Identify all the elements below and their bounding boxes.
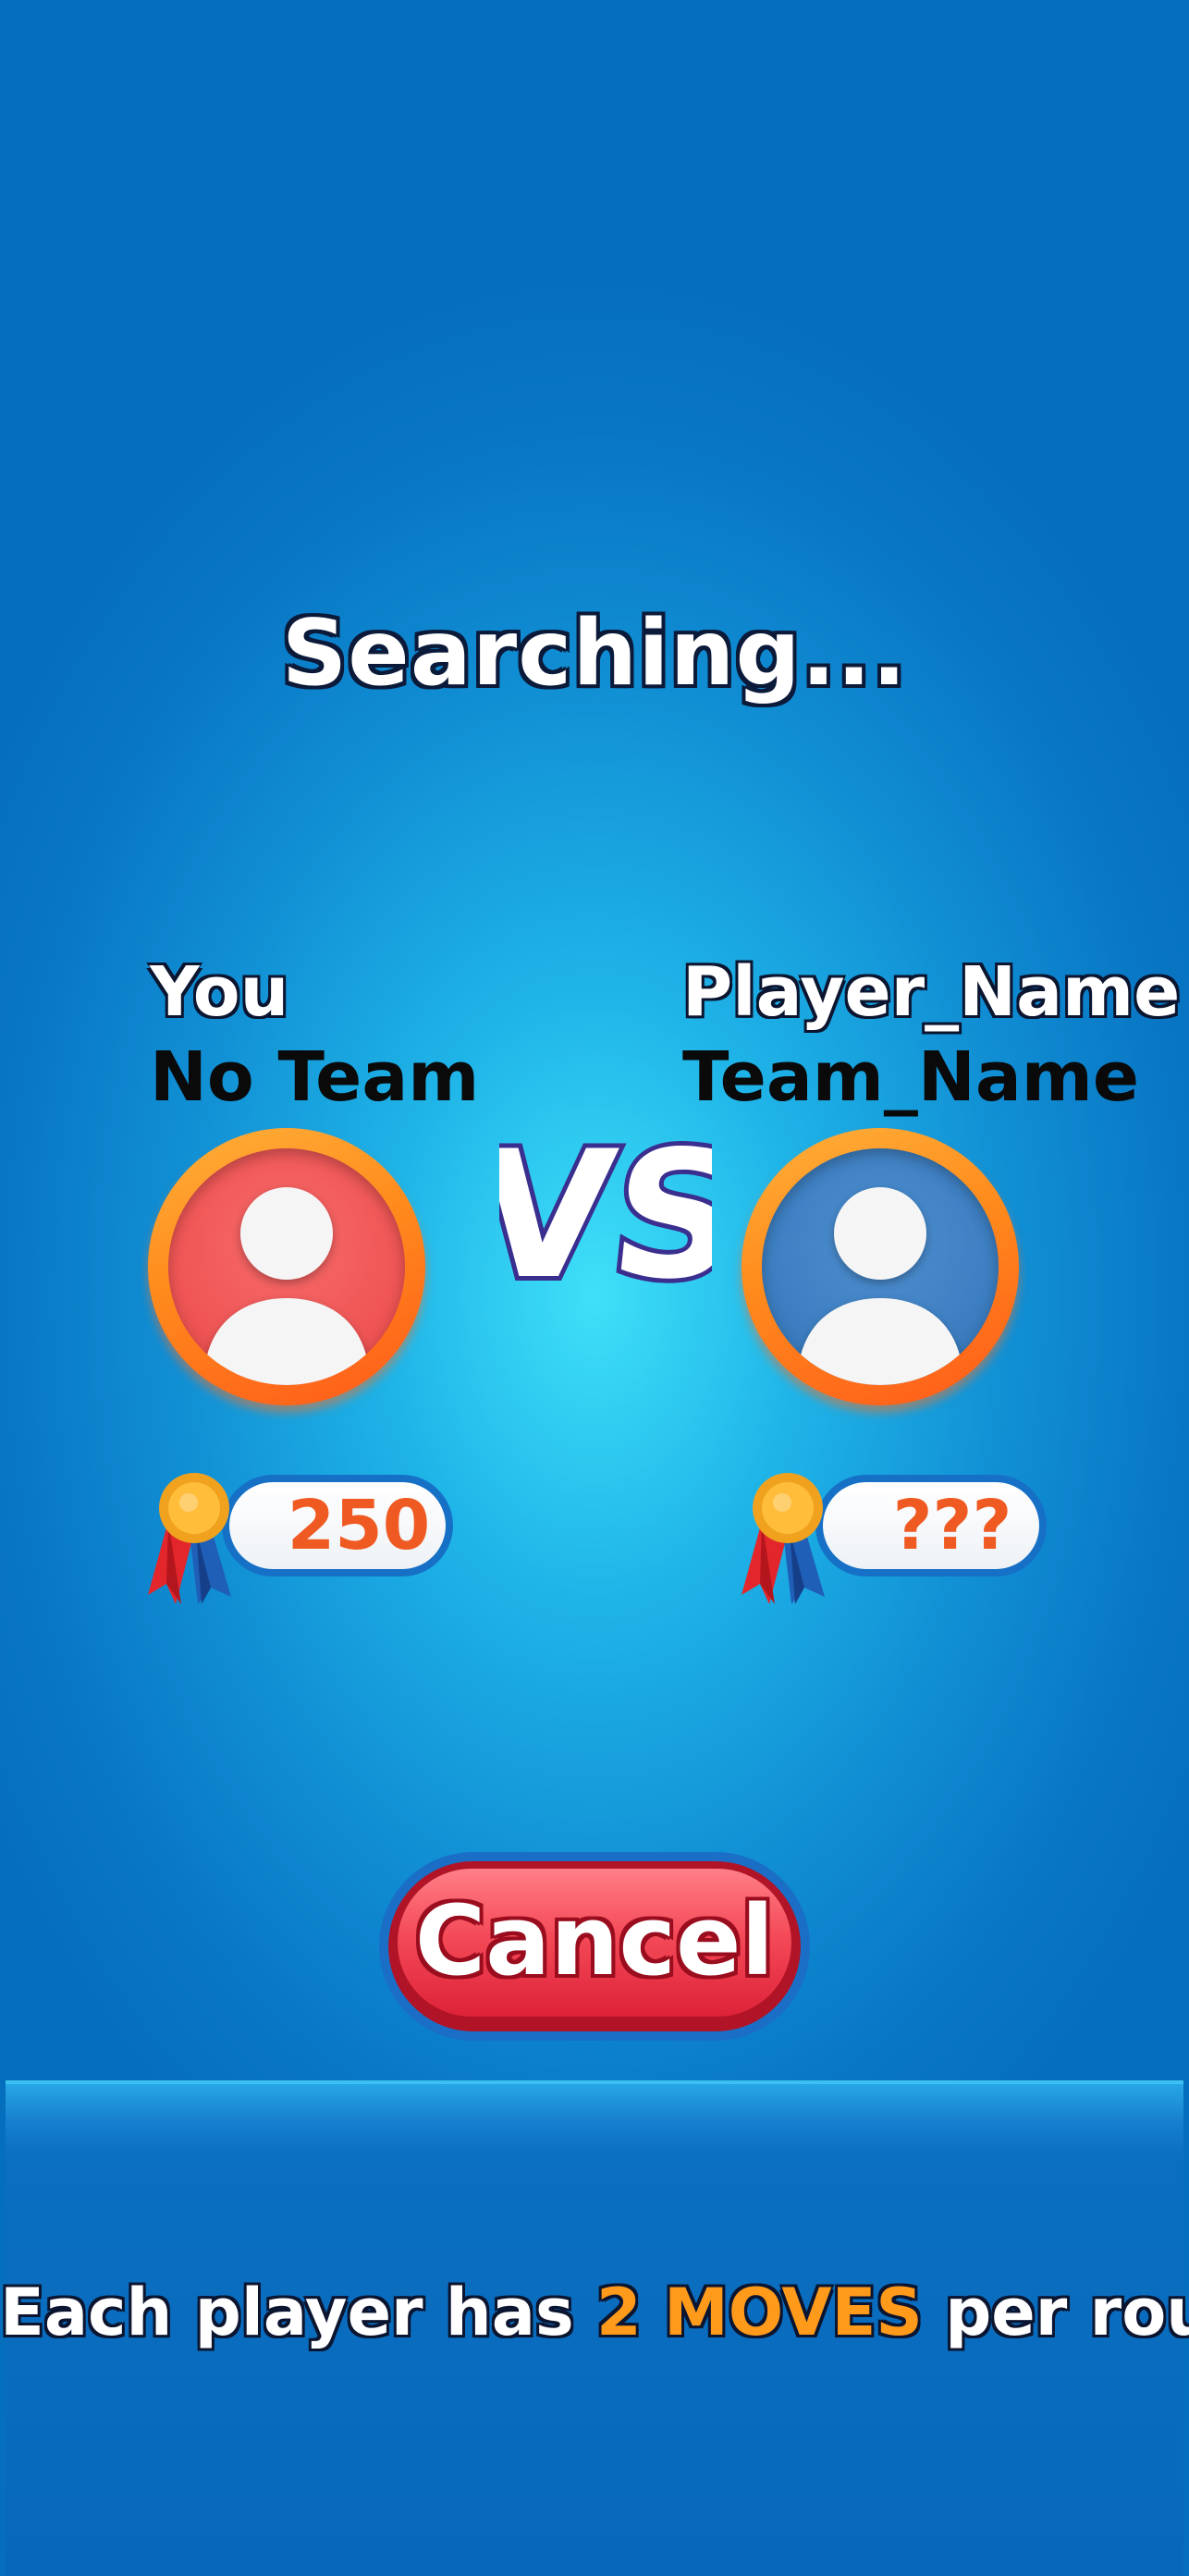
vs-label: VS xyxy=(499,1119,712,1304)
opponent-score: ??? xyxy=(892,1486,1012,1565)
user-silhouette-icon xyxy=(203,1187,370,1385)
cancel-button[interactable]: Cancel xyxy=(379,1852,810,2041)
player-name: You xyxy=(150,952,289,1032)
matchmaking-screen: Searching... You No Team 250 VS Player_N… xyxy=(0,0,1189,2576)
player-rank-badge: 250 xyxy=(222,1475,453,1576)
cancel-button-label: Cancel xyxy=(414,1884,775,1997)
player-avatar-circle xyxy=(168,1148,405,1385)
player-team-name: No Team xyxy=(150,1037,480,1117)
medal-ribbon-icon xyxy=(742,1473,825,1604)
player-score: 250 xyxy=(287,1486,431,1565)
tip-highlight: 2 MOVES xyxy=(596,2275,923,2350)
opponent-avatar-circle xyxy=(762,1148,999,1385)
search-status-title: Searching... xyxy=(281,601,908,706)
gameplay-tip: Each player has 2 MOVES per round xyxy=(0,2275,1189,2350)
user-silhouette-icon xyxy=(797,1187,963,1385)
opponent-avatar xyxy=(742,1128,1019,1405)
medal-ribbon-icon xyxy=(148,1473,231,1604)
opponent-team-name: Team_Name xyxy=(682,1037,1140,1117)
tip-suffix: per round xyxy=(945,2275,1189,2350)
tip-prefix: Each player has xyxy=(0,2275,597,2350)
versus-graphic: VS xyxy=(499,1119,712,1304)
opponent-name: Player_Name xyxy=(682,952,1181,1032)
player-avatar xyxy=(148,1128,425,1405)
opponent-rank-badge: ??? xyxy=(815,1475,1047,1576)
